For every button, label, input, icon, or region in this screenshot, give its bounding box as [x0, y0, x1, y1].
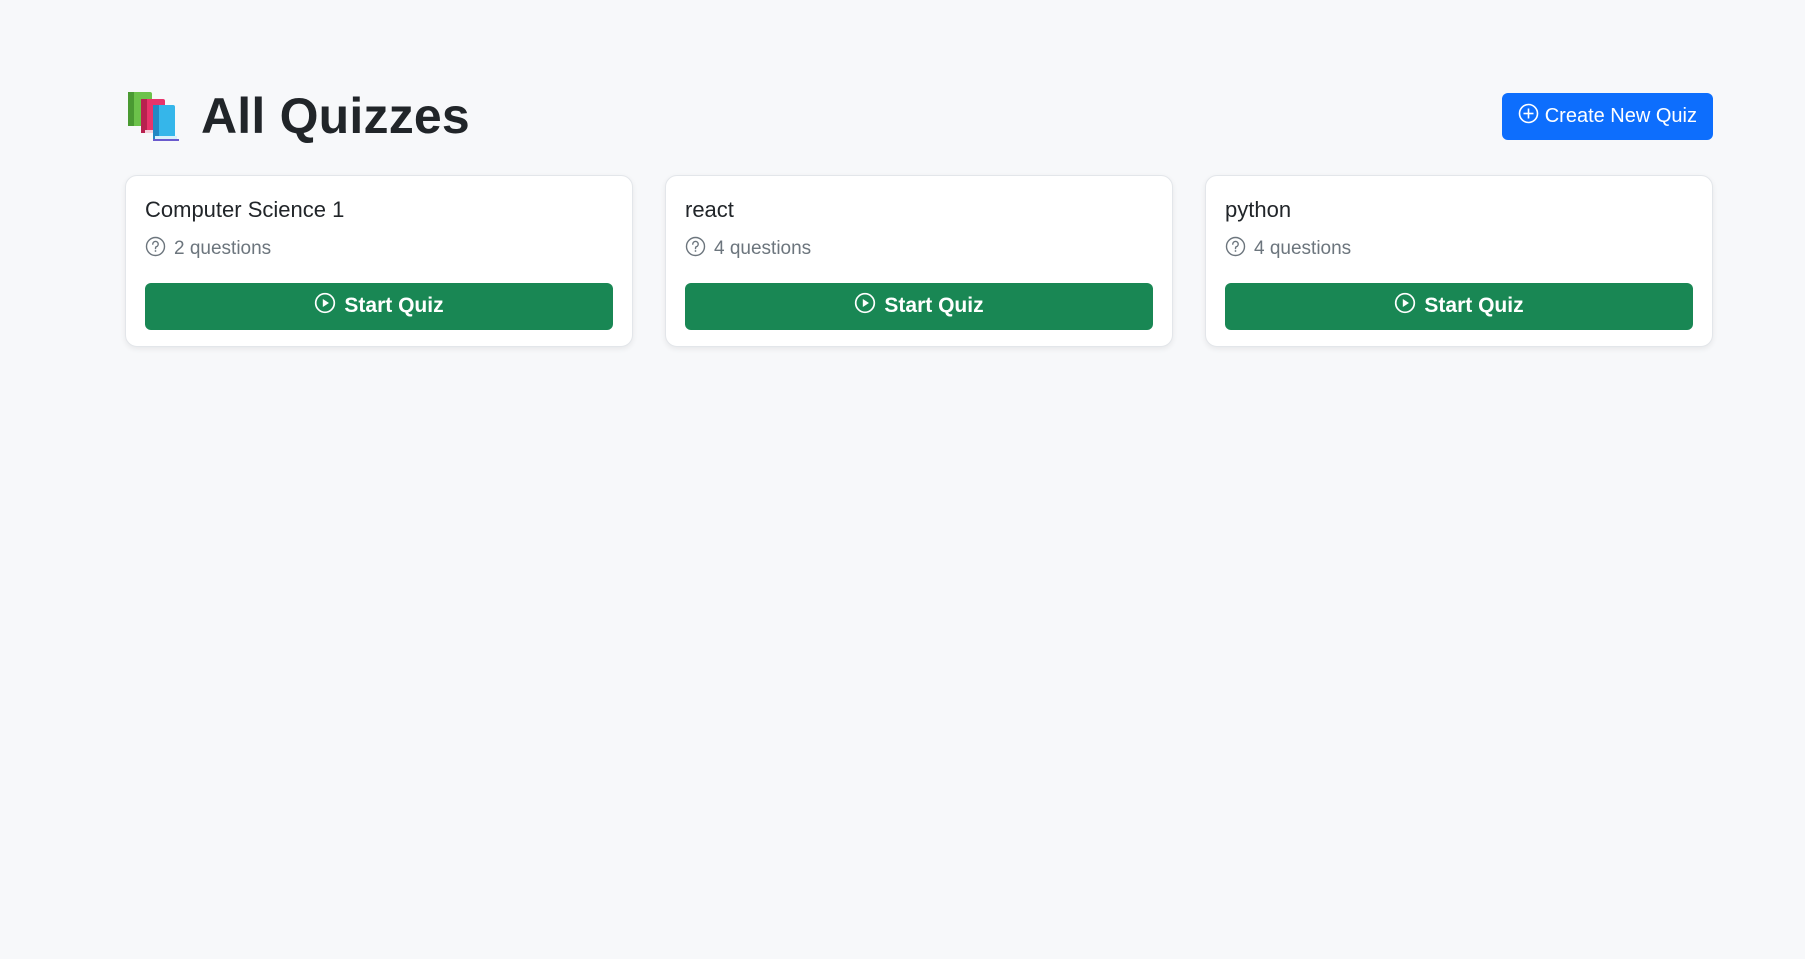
quiz-question-count: 4 questions — [1225, 236, 1693, 263]
start-quiz-button[interactable]: Start Quiz — [1225, 282, 1693, 330]
quiz-question-count: 2 questions — [145, 236, 613, 263]
quiz-title: react — [685, 197, 734, 222]
page: All Quizzes Create New Quiz Computer Sci… — [0, 0, 1805, 959]
title-group: All Quizzes — [125, 90, 470, 142]
quiz-card: react 4 questions Start Quiz — [665, 175, 1173, 347]
question-count-text: 4 questions — [1254, 238, 1352, 260]
books-icon — [125, 90, 183, 142]
plus-circle-icon — [1518, 103, 1539, 130]
play-circle-icon — [314, 292, 336, 320]
question-circle-icon — [145, 236, 166, 263]
start-quiz-label: Start Quiz — [344, 294, 444, 318]
create-new-quiz-label: Create New Quiz — [1544, 104, 1697, 127]
play-circle-icon — [1394, 292, 1416, 320]
play-circle-icon — [854, 292, 876, 320]
start-quiz-button[interactable]: Start Quiz — [685, 282, 1153, 330]
create-new-quiz-button[interactable]: Create New Quiz — [1501, 92, 1713, 140]
start-quiz-label: Start Quiz — [884, 294, 984, 318]
question-count-text: 2 questions — [174, 238, 272, 260]
quiz-title: Computer Science 1 — [145, 197, 345, 222]
question-count-text: 4 questions — [714, 238, 812, 260]
quiz-card: Computer Science 1 2 questions Start Qui… — [125, 175, 633, 347]
question-circle-icon — [1225, 236, 1246, 263]
start-quiz-label: Start Quiz — [1424, 294, 1524, 318]
start-quiz-button[interactable]: Start Quiz — [145, 282, 613, 330]
page-header: All Quizzes Create New Quiz — [125, 88, 1715, 144]
quiz-card: python 4 questions Start Quiz — [1205, 175, 1713, 347]
question-circle-icon — [685, 236, 706, 263]
quiz-question-count: 4 questions — [685, 236, 1153, 263]
quiz-title: python — [1225, 197, 1292, 222]
quiz-card-grid: Computer Science 1 2 questions Start Qui… — [125, 175, 1715, 347]
page-title: All Quizzes — [201, 88, 470, 144]
